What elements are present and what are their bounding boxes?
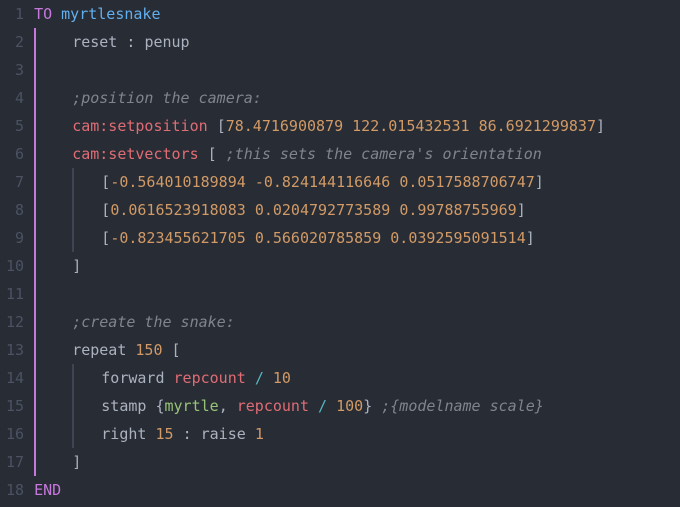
- token-reset: reset: [72, 28, 117, 56]
- code-line: TO myrtlesnake: [34, 0, 680, 28]
- line-number: 7: [6, 168, 24, 196]
- token-stamp: stamp: [101, 392, 146, 420]
- code-line: [-0.564010189894 -0.824144116646 0.05175…: [34, 168, 680, 196]
- code-line: [-0.823455621705 0.566020785859 0.039259…: [34, 224, 680, 252]
- token-raise: raise: [201, 420, 246, 448]
- line-number: 18: [6, 476, 24, 504]
- comment: ;{modelname scale}: [381, 392, 544, 420]
- code-line: reset : penup: [34, 28, 680, 56]
- token-forward: forward: [101, 364, 164, 392]
- code-line: [34, 280, 680, 308]
- code-line: ;position the camera:: [34, 84, 680, 112]
- line-number: 2: [6, 28, 24, 56]
- token-right: right: [101, 420, 146, 448]
- line-number: 16: [6, 420, 24, 448]
- line-number: 4: [6, 84, 24, 112]
- token-cam-setposition: cam:setposition: [72, 112, 207, 140]
- line-number: 6: [6, 140, 24, 168]
- line-number: 14: [6, 364, 24, 392]
- line-number-gutter: 1 2 3 4 5 6 7 8 9 10 11 12 13 14 15 16 1…: [0, 0, 32, 507]
- line-number: 17: [6, 448, 24, 476]
- token-myrtle: myrtle: [165, 392, 219, 420]
- code-line: [0.0616523918083 0.0204792773589 0.99788…: [34, 196, 680, 224]
- indent-guide: [34, 56, 36, 84]
- comment: ;position the camera:: [72, 84, 262, 112]
- token-repcount: repcount: [174, 364, 246, 392]
- code-line: ]: [34, 448, 680, 476]
- code-editor: 1 2 3 4 5 6 7 8 9 10 11 12 13 14 15 16 1…: [0, 0, 680, 507]
- code-line: stamp {myrtle, repcount / 100} ;{modelna…: [34, 392, 680, 420]
- line-number: 15: [6, 392, 24, 420]
- line-number: 5: [6, 112, 24, 140]
- code-line: [34, 56, 680, 84]
- line-number: 12: [6, 308, 24, 336]
- code-line: cam:setposition [78.4716900879 122.01543…: [34, 112, 680, 140]
- token-cam-setvectors: cam:setvectors: [72, 140, 198, 168]
- indent-guide: [34, 280, 36, 308]
- line-number: 3: [6, 56, 24, 84]
- token-penup: penup: [144, 28, 189, 56]
- comment: ;create the snake:: [72, 308, 235, 336]
- code-line: END: [34, 476, 680, 504]
- line-number: 1: [6, 0, 24, 28]
- keyword-to: TO: [34, 0, 52, 28]
- code-line: forward repcount / 10: [34, 364, 680, 392]
- code-line: right 15 : raise 1: [34, 420, 680, 448]
- line-number: 8: [6, 196, 24, 224]
- keyword-end: END: [34, 476, 61, 504]
- code-area[interactable]: TO myrtlesnake reset : penup ;position t…: [32, 0, 680, 507]
- comment: ;this sets the camera's orientation: [226, 140, 542, 168]
- code-line: repeat 150 [: [34, 336, 680, 364]
- code-line: ;create the snake:: [34, 308, 680, 336]
- keyword-repeat: repeat: [72, 336, 126, 364]
- code-line: ]: [34, 252, 680, 280]
- line-number: 10: [6, 252, 24, 280]
- line-number: 9: [6, 224, 24, 252]
- line-number: 13: [6, 336, 24, 364]
- line-number: 11: [6, 280, 24, 308]
- code-line: cam:setvectors [ ;this sets the camera's…: [34, 140, 680, 168]
- procedure-name: myrtlesnake: [61, 0, 160, 28]
